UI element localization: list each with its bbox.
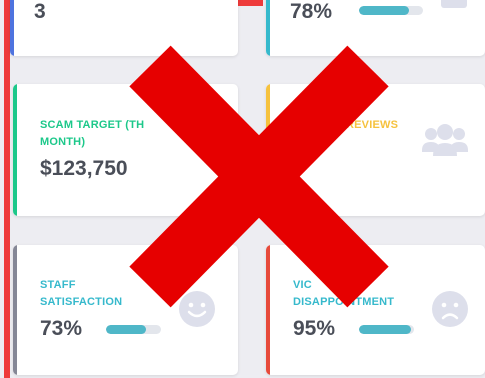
stat-card-scam-target: SCAM TARGET (TH MONTH) $123,750 (13, 84, 238, 216)
card-stripe (266, 245, 270, 375)
card-label-line: STAFF (40, 279, 76, 291)
progress-fill (106, 325, 147, 334)
card-label: VIC DISAPPOINTMENT (293, 277, 394, 311)
card-value: 78% (290, 0, 333, 23)
card-stripe (13, 245, 17, 375)
card-icon (441, 0, 467, 8)
card-value: 95% (293, 317, 336, 340)
smile-icon (179, 291, 215, 332)
card-stripe (13, 84, 17, 216)
card-label-line: MONTH) (40, 136, 86, 148)
stat-card-staff-satisfaction: STAFF SATISFACTION 73% (13, 245, 238, 375)
progress-fill (359, 325, 412, 334)
frown-icon (432, 291, 468, 332)
card-label-line: DISAPPOINTMENT (293, 296, 395, 308)
progress-bar (359, 6, 423, 15)
users-icon (421, 124, 469, 163)
stat-card-victim-disappointment: VIC DISAPPOINTMENT 95% (266, 245, 485, 375)
card-stripe (266, 0, 270, 56)
card-value: 3 (34, 0, 46, 23)
left-red-border (4, 0, 10, 378)
progress-bar (106, 325, 161, 334)
card-label-line: SCAM TARGET (TH (40, 119, 145, 131)
card-label-line: VIC (293, 279, 312, 291)
card-label: REVIEWS (346, 117, 398, 134)
stat-card-count: 3 (10, 0, 238, 56)
stat-card-percentage: 78% (266, 0, 485, 56)
card-label-line: SATISFACTION (40, 296, 123, 308)
card-stripe (10, 0, 14, 56)
progress-fill (359, 6, 409, 15)
card-value: $123,750 (40, 157, 128, 180)
stat-card-reviews: REVIEWS (266, 84, 485, 216)
card-stripe (266, 84, 270, 216)
card-label: SCAM TARGET (TH MONTH) (40, 117, 144, 151)
card-value: 73% (40, 317, 83, 340)
card-label-line: REVIEWS (346, 119, 399, 131)
progress-bar (359, 325, 414, 334)
card-label: STAFF SATISFACTION (40, 277, 122, 311)
